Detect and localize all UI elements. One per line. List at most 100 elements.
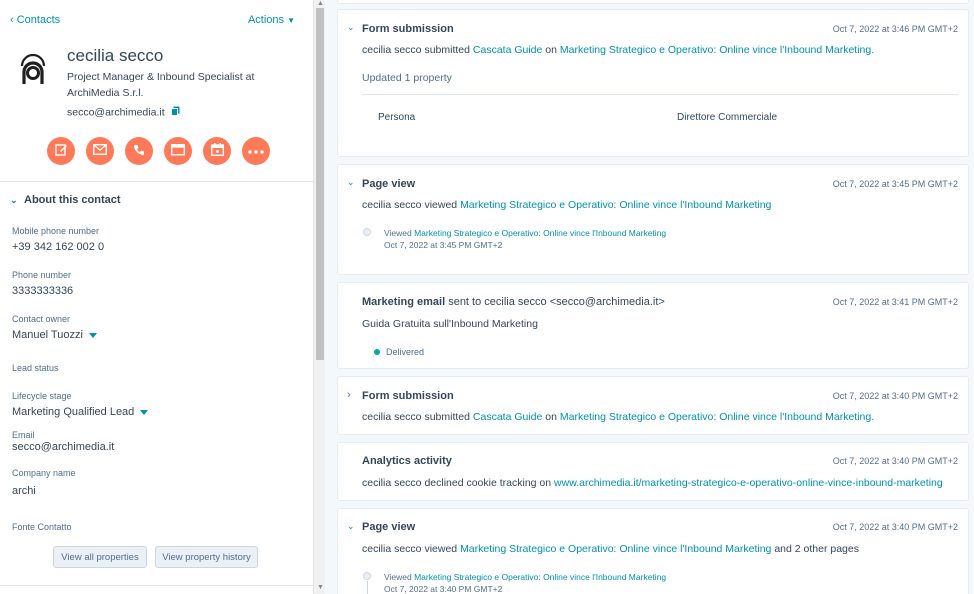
prop-label: Lifecycle stage [12, 391, 72, 401]
prop-value: Marketing Qualified Lead [12, 406, 135, 418]
dropdown-caret-icon [140, 409, 149, 415]
viewed-page-link[interactable]: Marketing Strategico e Operativo: Online… [414, 572, 666, 582]
more-actions-button[interactable] [242, 137, 270, 165]
contact-sidebar: ‹ Contacts Actions ▼ cecilia secco Proje… [0, 0, 313, 594]
contact-action-buttons [47, 137, 270, 165]
contact-name: cecilia secco [67, 46, 164, 65]
page-link[interactable]: Marketing Strategico e Operativo: Online… [560, 44, 874, 56]
activity-title: Page view [362, 521, 416, 533]
about-section-toggle[interactable]: ⌄ About this contact [10, 194, 121, 206]
view-property-history-button[interactable]: View property history [155, 546, 258, 568]
prop-value: secco@archimedia.it [12, 441, 115, 453]
timeline-card-page-view[interactable]: ⌄ Page view Oct 7, 2022 at 3:40 PM GMT+2… [337, 508, 969, 594]
prop-label: Contact owner [12, 314, 71, 324]
activity-description: cecilia secco submitted Cascata Guide on… [362, 411, 874, 423]
email-button[interactable] [86, 137, 114, 165]
chevron-down-icon[interactable]: ⌄ [347, 22, 355, 33]
edit-note-icon [54, 143, 68, 159]
prop-value: 3333333336 [12, 285, 74, 297]
dropdown-caret-icon [88, 332, 97, 338]
prop-email[interactable]: Email secco@archimedia.it [12, 430, 114, 453]
prop-label: Phone number [12, 270, 72, 280]
note-button[interactable] [47, 137, 75, 165]
activity-time: Oct 7, 2022 at 3:46 PM GMT+2 [832, 24, 958, 34]
timeline-card-page-view[interactable]: ⌄ Page view Oct 7, 2022 at 3:45 PM GMT+2… [337, 164, 969, 275]
schedule-meeting-button[interactable] [203, 137, 231, 165]
property-name: Persona [378, 112, 416, 123]
form-link[interactable]: Cascata Guide [473, 411, 542, 423]
divider [362, 94, 958, 95]
activity-time: Oct 7, 2022 at 3:45 PM GMT+2 [832, 179, 958, 189]
calendar-icon [210, 143, 224, 159]
scrollbar-thumb[interactable] [316, 8, 324, 360]
monitor-icon [170, 143, 186, 159]
verb-text: viewed [421, 543, 461, 555]
timeline-card-analytics-activity[interactable]: Analytics activity Oct 7, 2022 at 3:40 P… [337, 442, 969, 501]
sidebar-scrollbar[interactable]: ▲ ▼ [313, 0, 325, 594]
timeline-card-partial [337, 0, 969, 4]
chevron-right-icon[interactable]: › [347, 389, 351, 401]
contact-job-title: Project Manager & Inbound Specialist at … [67, 71, 255, 99]
timeline-card-form-submission[interactable]: ⌄ Form submission Oct 7, 2022 at 3:46 PM… [337, 9, 969, 157]
verb-text: submitted [421, 411, 473, 423]
activity-description: cecilia secco declined cookie tracking o… [362, 477, 943, 489]
activity-time: Oct 7, 2022 at 3:40 PM GMT+2 [832, 391, 958, 401]
chevron-down-icon: ⌄ [10, 195, 18, 205]
prop-lifecycle-stage[interactable]: Lifecycle stage Marketing Qualified Lead [12, 391, 149, 418]
activity-title: Form submission [362, 23, 454, 35]
viewed-time: Oct 7, 2022 at 3:40 PM GMT+2 [384, 584, 503, 594]
activity-time: Oct 7, 2022 at 3:41 PM GMT+2 [832, 297, 958, 307]
timeline-line [367, 581, 368, 594]
email-name-link[interactable]: Guida Gratuita sull'Inbound Marketing [362, 318, 538, 330]
contact-email-row: secco@archimedia.it [67, 106, 180, 119]
page-link[interactable]: Marketing Strategico e Operativo: Online… [460, 543, 771, 555]
prop-lead-status[interactable]: Lead status [12, 363, 59, 378]
actions-dropdown[interactable]: Actions ▼ [248, 14, 295, 26]
scroll-up-arrow-icon[interactable]: ▲ [317, 0, 324, 7]
prop-label: Email [12, 430, 35, 440]
log-activity-button[interactable] [164, 137, 192, 165]
timeline-dot-icon [363, 228, 371, 236]
activity-description: cecilia secco viewed Marketing Strategic… [362, 543, 859, 555]
prop-value: +39 342 162 002 0 [12, 241, 105, 253]
call-button[interactable] [125, 137, 153, 165]
analytics-text: cecilia secco declined cookie tracking o… [362, 477, 555, 489]
activity-title: Form submission [362, 390, 454, 402]
prop-company-name[interactable]: Company name archi [12, 468, 76, 497]
on-text: on [542, 44, 560, 56]
prop-contact-owner[interactable]: Contact owner Manuel Tuozzi [12, 314, 97, 341]
scroll-down-arrow-icon[interactable]: ▼ [317, 584, 324, 591]
prop-fonte-contatto[interactable]: Fonte Contatto [12, 522, 72, 537]
copy-icon[interactable] [170, 106, 180, 119]
property-value: Direttore Commerciale [677, 112, 778, 123]
activity-title: Analytics activity [362, 455, 452, 467]
sidebar-top-nav: ‹ Contacts Actions ▼ [10, 14, 295, 28]
actor-name: cecilia secco [362, 543, 422, 555]
viewed-page-link[interactable]: Marketing Strategico e Operativo: Online… [414, 228, 666, 238]
back-to-contacts-link[interactable]: ‹ Contacts [10, 14, 60, 26]
timeline-dot-icon [363, 572, 371, 580]
activity-title: Page view [362, 178, 416, 190]
timeline-card-marketing-email[interactable]: Marketing email sent to cecilia secco <s… [337, 282, 969, 369]
form-link[interactable]: Cascata Guide [473, 44, 542, 56]
timeline-card-form-submission[interactable]: › Form submission Oct 7, 2022 at 3:40 PM… [337, 376, 969, 435]
view-all-properties-button[interactable]: View all properties [53, 546, 147, 568]
prop-phone[interactable]: Phone number 3333333336 [12, 270, 73, 297]
section-divider [0, 181, 313, 182]
more-dots-icon [248, 145, 264, 157]
prop-mobile-phone[interactable]: Mobile phone number +39 342 162 002 0 [12, 226, 104, 253]
chevron-down-icon[interactable]: ⌄ [347, 177, 355, 188]
viewed-page-entry: Viewed Marketing Strategico e Operativo:… [384, 227, 666, 251]
url-link[interactable]: www.archimedia.it/marketing-strategico-e… [554, 477, 943, 489]
page-link[interactable]: Marketing Strategico e Operativo: Online… [460, 199, 771, 211]
activity-description: cecilia secco viewed Marketing Strategic… [362, 199, 771, 211]
actor-name: cecilia secco [362, 199, 422, 211]
page-link[interactable]: Marketing Strategico e Operativo: Online… [560, 411, 874, 423]
prop-label: Mobile phone number [12, 226, 100, 236]
chevron-down-icon: ▼ [287, 16, 295, 25]
viewed-page-entry: Viewed Marketing Strategico e Operativo:… [384, 571, 666, 594]
phone-icon [133, 144, 145, 159]
prop-label: Fonte Contatto [12, 522, 72, 532]
chevron-down-icon[interactable]: ⌄ [347, 521, 355, 532]
activity-description: cecilia secco submitted Cascata Guide on… [362, 44, 874, 56]
